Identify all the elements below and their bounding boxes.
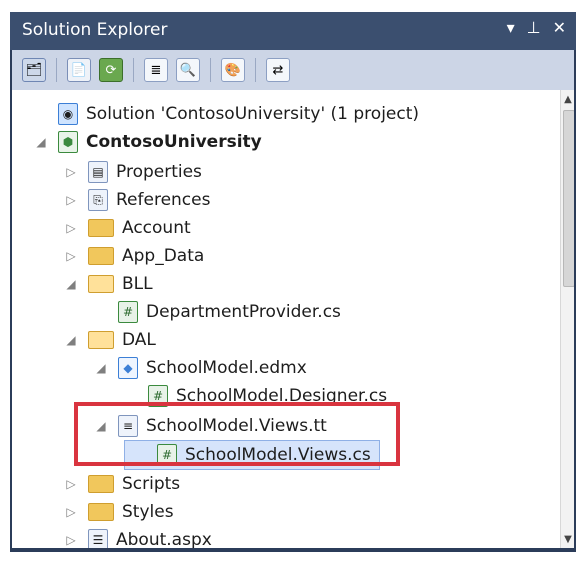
folder-icon — [88, 475, 114, 493]
tree-item-label: Solution 'ContosoUniversity' (1 project) — [86, 104, 420, 124]
solution-icon: ◉ — [58, 103, 78, 125]
tree-item-label: SchoolModel.edmx — [146, 358, 307, 378]
tree-item-label: References — [116, 190, 211, 210]
solution-explorer-window: Solution Explorer ▾ ⊥ ✕ 🗂 📄 ⟳ ≣ 🔍 🎨 ⇄ ◉ … — [10, 12, 576, 552]
toolbar-separator — [255, 58, 256, 82]
scroll-thumb[interactable] — [563, 110, 574, 287]
tree-item-styles[interactable]: ▷ Styles — [64, 498, 174, 526]
tree-item-label: Account — [122, 218, 191, 238]
copy-website-icon[interactable]: ⇄ — [266, 58, 290, 82]
tree-item-references[interactable]: ▷ ⎘ References — [64, 186, 210, 214]
view-designer-icon[interactable]: 🔍 — [176, 58, 200, 82]
toolbar: 🗂 📄 ⟳ ≣ 🔍 🎨 ⇄ — [12, 50, 574, 90]
folder-icon — [88, 247, 114, 265]
toolbar-separator — [210, 58, 211, 82]
tree-item-label: App_Data — [122, 246, 205, 266]
tree-item-dal[interactable]: ◢ DAL — [64, 326, 156, 354]
expand-arrow-icon[interactable]: ◢ — [94, 361, 108, 375]
window-title: Solution Explorer — [22, 20, 168, 40]
scroll-up-arrow-icon[interactable]: ▲ — [561, 90, 574, 108]
expand-arrow-icon[interactable]: ▷ — [64, 533, 78, 547]
folder-open-icon — [88, 331, 114, 349]
folder-icon — [88, 503, 114, 521]
show-all-files-icon[interactable]: 📄 — [67, 58, 91, 82]
tree-item-label: DAL — [122, 330, 156, 350]
highlight-box — [74, 402, 400, 466]
expand-arrow-icon[interactable]: ◢ — [64, 277, 78, 291]
edmx-file-icon: ◆ — [118, 357, 138, 379]
tree-item-label: About.aspx — [116, 530, 212, 548]
tree-item-label: Properties — [116, 162, 202, 182]
tree-item-label: BLL — [122, 274, 153, 294]
tree-item-schoolmodel-edmx[interactable]: ◢ ◆ SchoolModel.edmx — [94, 354, 307, 382]
tree-item-departmentprovider[interactable]: # DepartmentProvider.cs — [94, 298, 341, 326]
expand-arrow-icon[interactable]: ▷ — [64, 477, 78, 491]
folder-open-icon — [88, 275, 114, 293]
tree-item-label: DepartmentProvider.cs — [146, 302, 341, 322]
expand-arrow-icon[interactable]: ▷ — [64, 505, 78, 519]
tree-item-properties[interactable]: ▷ ▤ Properties — [64, 158, 202, 186]
tree-item-label: Styles — [122, 502, 174, 522]
expand-arrow-icon[interactable]: ▷ — [64, 193, 78, 207]
toolbar-separator — [56, 58, 57, 82]
view-code-icon[interactable]: ≣ — [144, 58, 168, 82]
scroll-down-arrow-icon[interactable]: ▼ — [561, 530, 574, 548]
dropdown-icon[interactable]: ▾ — [507, 18, 515, 37]
expand-arrow-icon[interactable]: ▷ — [64, 221, 78, 235]
folder-icon — [88, 219, 114, 237]
expand-arrow-icon[interactable]: ◢ — [34, 135, 48, 149]
cs-file-icon: # — [118, 301, 138, 323]
pin-icon[interactable]: ⊥ — [527, 18, 541, 37]
tree-item-solution[interactable]: ◉ Solution 'ContosoUniversity' (1 projec… — [34, 100, 419, 128]
class-diagram-icon[interactable]: 🎨 — [221, 58, 245, 82]
title-bar: Solution Explorer ▾ ⊥ ✕ — [10, 12, 576, 50]
tree-item-account[interactable]: ▷ Account — [64, 214, 191, 242]
tree-item-project[interactable]: ◢ ⬢ ContosoUniversity — [34, 128, 262, 156]
project-icon: ⬢ — [58, 131, 78, 153]
refresh-icon[interactable]: ⟳ — [99, 58, 123, 82]
window-controls: ▾ ⊥ ✕ — [507, 18, 566, 37]
references-icon: ⎘ — [88, 189, 108, 211]
properties-icon[interactable]: 🗂 — [22, 58, 46, 82]
vertical-scrollbar[interactable]: ▲ ▼ — [560, 90, 574, 548]
tree-item-label: ContosoUniversity — [86, 132, 262, 152]
aspx-file-icon: ☰ — [88, 529, 108, 548]
tree-item-label: Scripts — [122, 474, 181, 494]
tree-item-about-aspx[interactable]: ▷ ☰ About.aspx — [64, 526, 212, 548]
properties-icon: ▤ — [88, 161, 108, 183]
tree-item-app-data[interactable]: ▷ App_Data — [64, 242, 204, 270]
tree-item-scripts[interactable]: ▷ Scripts — [64, 470, 180, 498]
close-icon[interactable]: ✕ — [553, 18, 566, 37]
expand-arrow-icon[interactable]: ▷ — [64, 165, 78, 179]
expand-arrow-icon[interactable]: ▷ — [64, 249, 78, 263]
expand-arrow-icon[interactable]: ◢ — [64, 333, 78, 347]
toolbar-separator — [133, 58, 134, 82]
tree-item-bll[interactable]: ◢ BLL — [64, 270, 153, 298]
solution-tree: ◉ Solution 'ContosoUniversity' (1 projec… — [12, 90, 574, 548]
